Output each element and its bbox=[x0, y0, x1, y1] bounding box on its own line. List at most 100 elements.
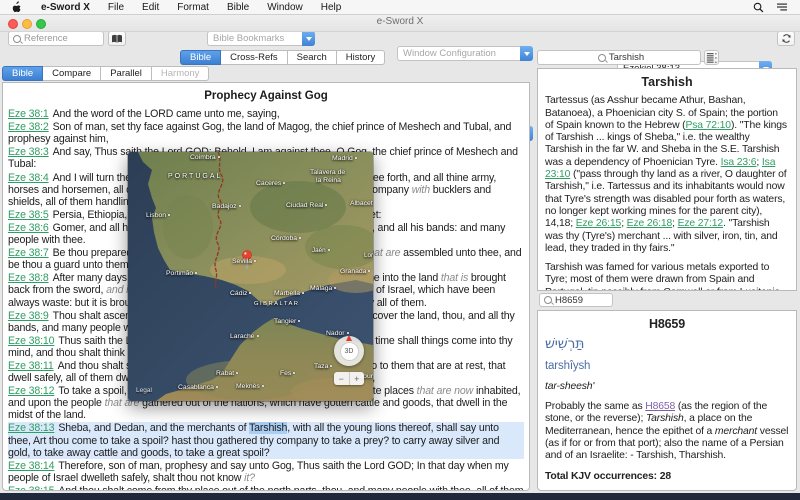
compass-3d-control[interactable]: 3D bbox=[334, 335, 364, 366]
book-icon bbox=[112, 34, 122, 43]
notification-center-icon[interactable] bbox=[776, 2, 788, 12]
chevron-down-icon bbox=[520, 46, 533, 61]
map-place-name: Badajoz bbox=[212, 203, 237, 210]
menu-item[interactable]: File bbox=[99, 2, 133, 13]
verse-ref-link[interactable]: Eze 38:5 bbox=[8, 209, 49, 221]
verse: Eze 38:13 Sheba, and Dedan, and the merch… bbox=[8, 422, 524, 459]
tab-bible[interactable]: Bible bbox=[180, 50, 222, 65]
compass-needle-icon bbox=[346, 335, 352, 341]
scripture-link[interactable]: Psa 72:10 bbox=[685, 120, 731, 131]
verse-ref-link[interactable]: Eze 38:11 bbox=[8, 360, 54, 372]
map-label: Lisbon bbox=[146, 212, 171, 219]
view-tab-harmony[interactable]: Harmony bbox=[151, 66, 210, 81]
text-run: with bbox=[411, 183, 430, 196]
map-place-dot bbox=[256, 335, 259, 338]
window-configuration-label: Window Configuration bbox=[403, 48, 496, 59]
map-place-name: Talavera de bbox=[310, 169, 346, 176]
dictionary-pane: Tarshish Tartessus (as Asshur became Ath… bbox=[537, 68, 797, 291]
dictionary-entry-title: Tarshish bbox=[641, 75, 693, 89]
bible-tabs: Bible Cross-Refs Search History bbox=[180, 50, 386, 65]
menu-item[interactable]: Bible bbox=[218, 2, 258, 13]
menu-item[interactable]: Format bbox=[168, 2, 218, 13]
map-popup[interactable]: Coimbra Madrid PORTUGAL Talavera de la Reina… bbox=[128, 152, 373, 401]
scripture-link[interactable]: Isa 23:6 bbox=[721, 157, 757, 168]
menu-item[interactable]: Edit bbox=[133, 2, 168, 13]
verse-ref-link[interactable]: Eze 38:3 bbox=[8, 146, 49, 158]
map-label: Córdoba bbox=[271, 235, 302, 242]
dictionary-list-button[interactable] bbox=[704, 50, 719, 65]
view-tab-parallel[interactable]: Parallel bbox=[101, 66, 152, 81]
reference-search-field[interactable]: Reference bbox=[8, 31, 104, 46]
list-view-icon bbox=[706, 53, 717, 63]
verse-ref-link[interactable]: Eze 38:12 bbox=[8, 385, 55, 397]
apple-menu-icon[interactable] bbox=[12, 1, 22, 13]
map-place-name: Sevilla bbox=[232, 258, 253, 265]
strongs-search-field[interactable]: H8659 bbox=[539, 293, 613, 307]
dictionary-search-value: Tarshish bbox=[608, 52, 645, 63]
map-legal-link[interactable]: Legal bbox=[136, 387, 152, 394]
verse-ref-link[interactable]: Eze 38:6 bbox=[8, 222, 49, 234]
tab-history[interactable]: History bbox=[336, 50, 386, 65]
verse-ref-link[interactable]: Eze 38:1 bbox=[8, 108, 49, 120]
map-place-name: Nador bbox=[326, 330, 345, 337]
map-zoom-out-button[interactable]: − bbox=[334, 372, 350, 385]
tab-cross-refs[interactable]: Cross-Refs bbox=[221, 50, 288, 65]
scripture-link[interactable]: Eze 26:18 bbox=[627, 218, 673, 229]
transliteration: tarshîysh bbox=[545, 359, 591, 372]
spotlight-search-icon[interactable] bbox=[753, 2, 764, 13]
map-place-dot bbox=[368, 270, 371, 273]
map-place-name: GIBRALTAR bbox=[254, 301, 300, 307]
window-configuration-select[interactable]: Window Configuration bbox=[397, 46, 533, 61]
map-label: Portimão bbox=[166, 270, 198, 277]
text-run: Therefore, son of man, prophesy and say … bbox=[8, 459, 509, 484]
map-place-dot bbox=[217, 156, 220, 159]
scripture-link[interactable]: Eze 26:15 bbox=[576, 218, 622, 229]
sync-button[interactable] bbox=[777, 31, 795, 46]
map-label: Sevilla bbox=[232, 258, 257, 265]
map-place-name: Tangier bbox=[274, 318, 297, 325]
bible-book-button[interactable] bbox=[108, 31, 126, 46]
menu-item[interactable]: e-Sword X bbox=[32, 2, 99, 13]
verse-ref-link[interactable]: Eze 38:14 bbox=[8, 460, 55, 472]
magnifier-icon bbox=[597, 53, 606, 62]
map-place-name: Meknès bbox=[236, 383, 260, 390]
map-place-dot bbox=[302, 292, 305, 295]
map-zoom-in-button[interactable]: + bbox=[349, 372, 364, 385]
scripture-link[interactable]: Eze 27:12 bbox=[678, 218, 724, 229]
verse-ref-link[interactable]: Eze 38:8 bbox=[8, 272, 49, 284]
pronunciation: tar-sheesh' bbox=[545, 380, 595, 392]
scripture-link[interactable]: H8658 bbox=[645, 401, 675, 412]
verse-ref-link[interactable]: Eze 38:13 bbox=[8, 422, 55, 434]
verse-ref-link[interactable]: Eze 38:2 bbox=[8, 121, 49, 133]
tab-search[interactable]: Search bbox=[287, 50, 337, 65]
map-label: Coimbra bbox=[190, 154, 220, 161]
passage-heading: Prophecy Against Gog bbox=[204, 90, 328, 102]
text-run: And thou shalt come from thy place out o… bbox=[58, 484, 524, 491]
verse-ref-link[interactable]: Eze 38:15 bbox=[8, 485, 55, 490]
menu-item[interactable]: Help bbox=[312, 2, 351, 13]
view-tab-compare[interactable]: Compare bbox=[43, 66, 102, 81]
verse-ref-link[interactable]: Eze 38:10 bbox=[8, 335, 55, 347]
map-place-name: Rabat bbox=[216, 370, 235, 377]
verse-ref-link[interactable]: Eze 38:9 bbox=[8, 310, 49, 322]
map-place-dot bbox=[238, 205, 241, 208]
verse-ref-link[interactable]: Eze 38:7 bbox=[8, 247, 49, 259]
hebrew-word: תַּרְשִׁישׁ bbox=[545, 336, 585, 353]
map-place-name: Taza bbox=[314, 363, 329, 370]
view-tab-bible[interactable]: Bible bbox=[2, 66, 44, 81]
map-label: Madrid bbox=[332, 155, 357, 162]
map-label: Tangier bbox=[274, 318, 301, 325]
menu-item[interactable]: Window bbox=[258, 2, 312, 13]
map-label: Caceres bbox=[256, 180, 286, 187]
map-label: Cádiz bbox=[230, 290, 252, 297]
dictionary-search-field[interactable]: Tarshish bbox=[537, 50, 701, 65]
verse: Eze 38:15 And thou shalt come from thy pl… bbox=[8, 484, 524, 491]
map-place-name: Caceres bbox=[256, 180, 282, 187]
map-place-dot bbox=[254, 260, 257, 263]
map-label: Granada bbox=[340, 268, 371, 275]
verse-ref-link[interactable]: Eze 38:4 bbox=[8, 172, 49, 184]
dictionary-paragraph: Tartessus (as Asshur became Athur, Basha… bbox=[545, 95, 789, 255]
map-place-name: Albacete bbox=[350, 200, 373, 207]
map-place-name: Córdoba bbox=[271, 235, 298, 242]
bible-bookmarks-select[interactable]: Bible Bookmarks bbox=[207, 31, 315, 46]
